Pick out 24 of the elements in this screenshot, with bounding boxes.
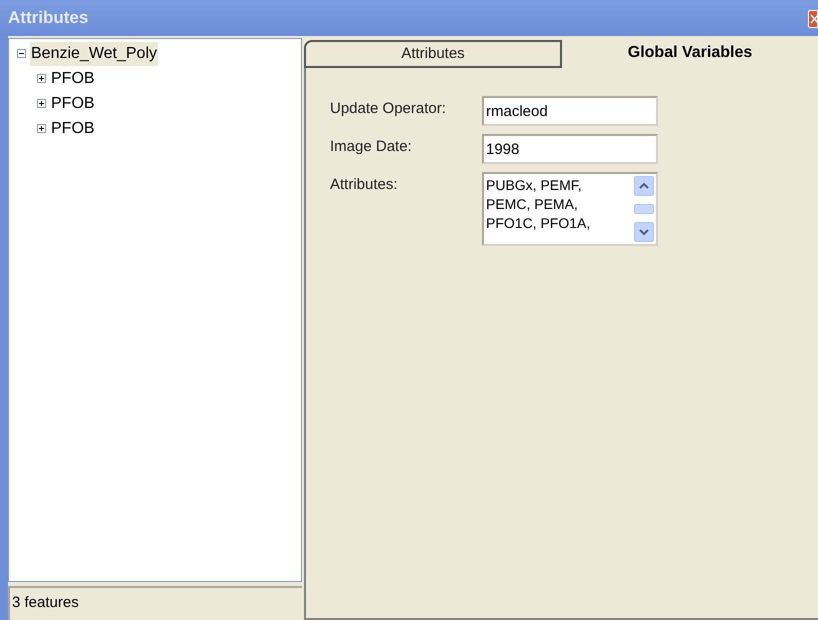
text-line: PUBGx, PEMF, — [486, 176, 583, 195]
text-line: PFO1C, PFO1A, — [486, 214, 592, 233]
text-line: PEMC, PEMA, — [486, 195, 579, 214]
status-bar: 3 features — [8, 586, 302, 620]
window-title: Attributes — [8, 7, 88, 30]
input-field[interactable]: rmacleod — [482, 96, 658, 126]
tab[interactable]: Attributes — [304, 40, 562, 68]
scroll-down-icon[interactable] — [634, 222, 654, 242]
collapse-icon[interactable] — [17, 49, 26, 58]
tree-item[interactable]: PFOB — [50, 92, 96, 116]
tree-item[interactable]: Benzie_Wet_Poly — [30, 42, 158, 66]
field-label: Image Date: — [330, 137, 413, 157]
close-icon[interactable] — [808, 10, 818, 28]
tree-item[interactable]: PFOB — [50, 66, 96, 90]
scroll-up-icon[interactable] — [634, 176, 654, 196]
field-label: Attributes: — [330, 175, 399, 195]
expand-icon[interactable] — [37, 74, 46, 83]
field-label: Update Operator: — [330, 99, 447, 119]
tree-item[interactable]: PFOB — [50, 116, 96, 140]
expand-icon[interactable] — [37, 124, 46, 133]
input-field[interactable]: 1998 — [482, 134, 658, 164]
scroll-thumb-icon[interactable] — [634, 204, 654, 214]
attributes-field[interactable]: PUBGx, PEMF, PEMC, PEMA, PFO1C, PFO1A, — [482, 172, 658, 246]
expand-icon[interactable] — [37, 99, 46, 108]
